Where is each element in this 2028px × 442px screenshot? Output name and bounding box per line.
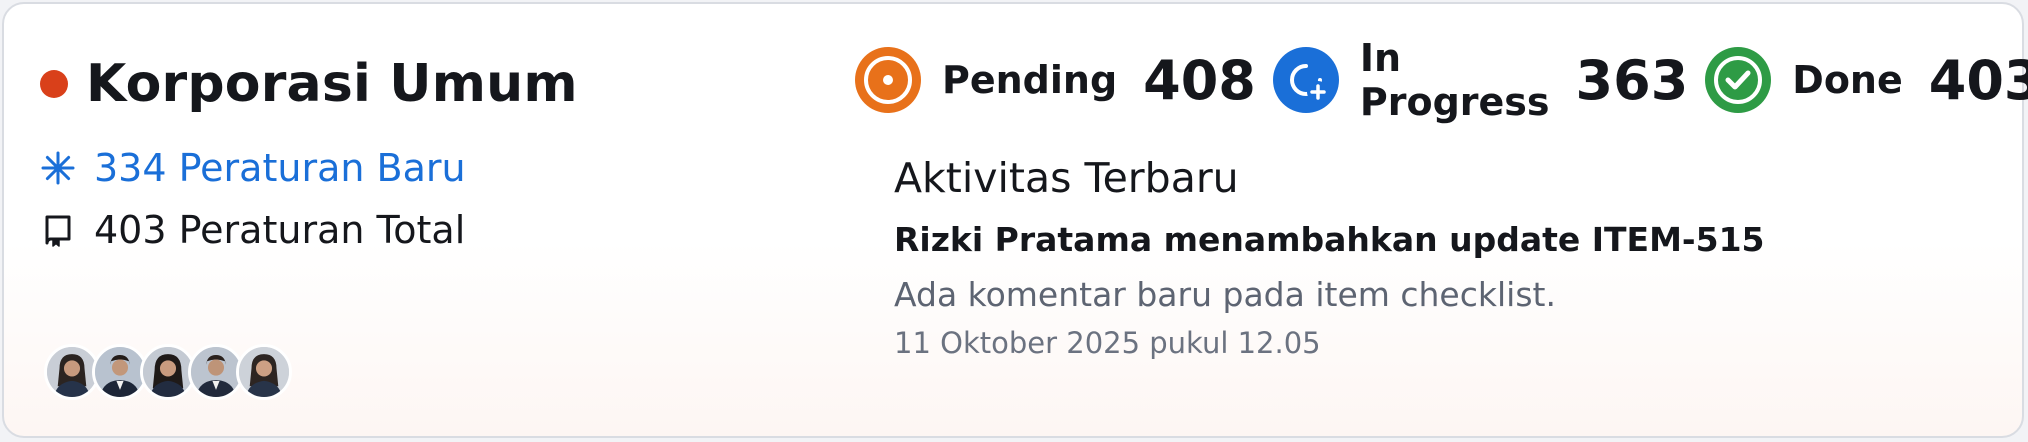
activity-title[interactable]: Rizki Pratama menambahkan update ITEM-51… — [894, 220, 1765, 259]
done-icon — [1704, 46, 1772, 114]
asterisk-icon — [40, 150, 76, 186]
status-pending[interactable]: Pending 408 — [854, 46, 1256, 114]
recent-activity-heading: Aktivitas Terbaru — [894, 154, 1239, 202]
total-rules-label: 403 Peraturan Total — [94, 208, 466, 252]
status-label: In Progress — [1359, 36, 1550, 124]
status-done[interactable]: Done 403 — [1704, 46, 2028, 114]
organization-card[interactable]: Korporasi Umum 334 Peraturan Baru 403 Pe… — [2, 2, 2028, 438]
status-count: 403 — [1928, 48, 2028, 112]
team-avatars[interactable] — [44, 344, 292, 400]
organization-summary: Korporasi Umum 334 Peraturan Baru 403 Pe… — [40, 54, 578, 252]
status-count: 363 — [1575, 48, 1689, 112]
new-rules-link[interactable]: 334 Peraturan Baru — [40, 146, 466, 190]
status-count: 408 — [1143, 48, 1256, 112]
organization-name[interactable]: Korporasi Umum — [86, 54, 578, 114]
total-rules-link[interactable]: 403 Peraturan Total — [40, 208, 465, 252]
activity-timestamp: 11 Oktober 2025 pukul 12.05 — [894, 326, 1321, 360]
new-rules-label: 334 Peraturan Baru — [94, 146, 466, 190]
status-label: Done — [1792, 58, 1903, 102]
status-in-progress[interactable]: In Progress 363 — [1272, 36, 1688, 124]
avatar[interactable] — [236, 344, 292, 400]
status-label: Pending — [942, 58, 1118, 102]
pending-icon — [854, 46, 922, 114]
in-progress-icon — [1272, 46, 1340, 114]
status-summary: Pending 408 In Progress 363 Done 403 — [854, 36, 2028, 124]
activity-description: Ada komentar baru pada item checklist. — [894, 275, 1556, 314]
recent-activity[interactable]: Aktivitas Terbaru Rizki Pratama menambah… — [894, 154, 1765, 360]
status-dot — [40, 70, 68, 98]
book-icon — [40, 212, 76, 248]
organization-title-row: Korporasi Umum — [40, 54, 578, 114]
